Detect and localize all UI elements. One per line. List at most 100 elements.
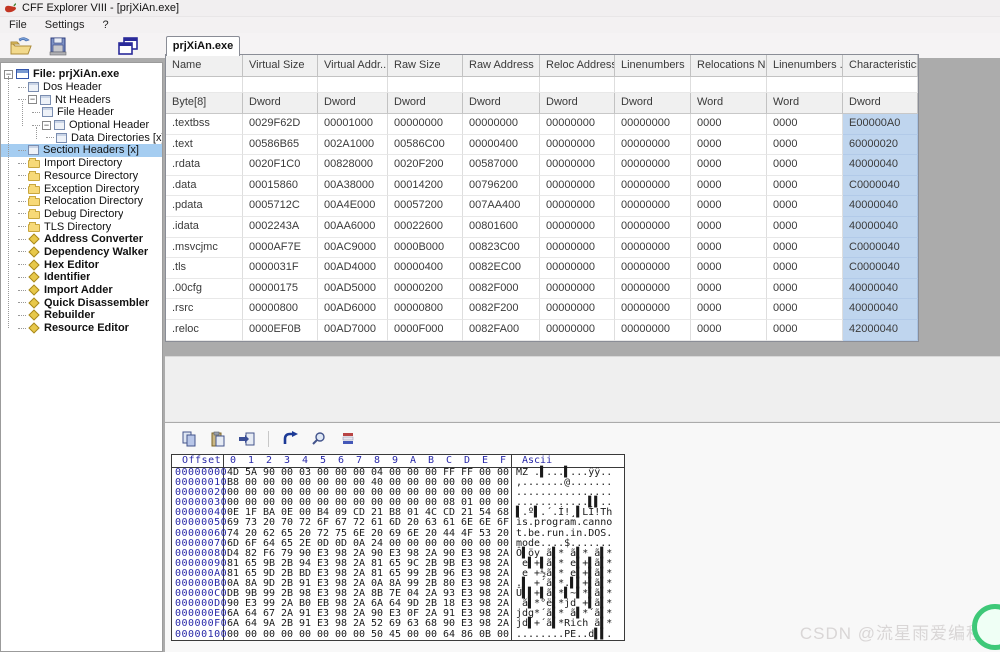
table-cell[interactable]: 00000000 bbox=[615, 176, 691, 197]
table-cell[interactable]: 00014200 bbox=[388, 176, 463, 197]
table-cell[interactable]: 0000 bbox=[691, 258, 767, 279]
hex-byte[interactable]: 91 bbox=[296, 619, 314, 629]
column-header[interactable]: Reloc Address bbox=[540, 55, 615, 77]
hex-byte[interactable]: 45 bbox=[386, 630, 404, 640]
column-header[interactable]: Linenumbers ... bbox=[767, 55, 843, 77]
table-cell[interactable]: 0000 bbox=[767, 320, 843, 341]
table-cell[interactable]: 42000040 bbox=[843, 320, 918, 341]
sidebar-item-tls-directory[interactable]: TLS Directory bbox=[1, 220, 162, 233]
table-cell[interactable]: 0000F000 bbox=[388, 320, 463, 341]
table-cell[interactable]: 00000000 bbox=[615, 299, 691, 320]
table-cell[interactable] bbox=[166, 77, 243, 93]
table-cell[interactable]: 0082F200 bbox=[463, 299, 540, 320]
table-cell[interactable]: 0000 bbox=[691, 238, 767, 259]
table-cell[interactable]: 40000040 bbox=[843, 155, 918, 176]
save-button[interactable] bbox=[45, 34, 71, 58]
table-cell[interactable]: 00000400 bbox=[463, 135, 540, 156]
table-cell[interactable]: 00000000 bbox=[540, 114, 615, 135]
table-cell[interactable] bbox=[767, 77, 843, 93]
table-cell[interactable]: C0000040 bbox=[843, 258, 918, 279]
hex-byte[interactable]: 00 bbox=[296, 630, 314, 640]
collapse-icon[interactable]: − bbox=[28, 95, 37, 104]
table-cell[interactable]: 00AD4000 bbox=[318, 258, 388, 279]
sidebar-item-exception-directory[interactable]: Exception Directory bbox=[1, 182, 162, 195]
table-cell[interactable]: 00A38000 bbox=[318, 176, 388, 197]
type-cell[interactable]: Dword bbox=[463, 93, 540, 114]
hex-byte[interactable]: 98 bbox=[476, 619, 494, 629]
table-cell[interactable]: 00586B65 bbox=[243, 135, 318, 156]
type-cell[interactable]: Word bbox=[691, 93, 767, 114]
table-cell[interactable] bbox=[615, 77, 691, 93]
table-cell[interactable]: 00AC9000 bbox=[318, 238, 388, 259]
collapse-icon[interactable]: − bbox=[42, 121, 51, 130]
menu-settings[interactable]: Settings bbox=[36, 17, 94, 33]
hex-byte[interactable]: 69 bbox=[386, 619, 404, 629]
table-cell[interactable]: 00000000 bbox=[615, 238, 691, 259]
table-cell[interactable]: 00000000 bbox=[615, 155, 691, 176]
table-cell[interactable]: 00000000 bbox=[615, 196, 691, 217]
table-cell[interactable]: 0000 bbox=[767, 238, 843, 259]
table-cell[interactable]: 00000000 bbox=[463, 114, 540, 135]
hex-byte[interactable]: 00 bbox=[278, 630, 296, 640]
hex-byte[interactable]: E3 bbox=[458, 619, 476, 629]
table-cell[interactable]: 0082F000 bbox=[463, 279, 540, 300]
table-cell[interactable]: 00000175 bbox=[243, 279, 318, 300]
type-cell[interactable]: Dword bbox=[243, 93, 318, 114]
type-cell[interactable]: Byte[8] bbox=[166, 93, 243, 114]
hex-byte[interactable]: 00 bbox=[350, 630, 368, 640]
column-header[interactable]: Name bbox=[166, 55, 243, 77]
table-cell[interactable]: 00000000 bbox=[615, 279, 691, 300]
table-cell[interactable]: 00000000 bbox=[540, 258, 615, 279]
sidebar-item-data-directories-x[interactable]: Data Directories [x] bbox=[1, 131, 162, 144]
table-cell[interactable] bbox=[243, 77, 318, 93]
sidebar-item-resource-directory[interactable]: Resource Directory bbox=[1, 170, 162, 183]
hex-byte[interactable]: 00 bbox=[224, 630, 242, 640]
sidebar-item-relocation-directory[interactable]: Relocation Directory bbox=[1, 195, 162, 208]
hex-byte[interactable]: 0B bbox=[476, 630, 494, 640]
hex-byte[interactable]: 98 bbox=[332, 619, 350, 629]
table-cell[interactable]: 00823C00 bbox=[463, 238, 540, 259]
sidebar-item-section-headers-x[interactable]: Section Headers [x] bbox=[1, 144, 162, 157]
column-header[interactable]: Virtual Size bbox=[243, 55, 318, 77]
table-cell[interactable]: 00AD7000 bbox=[318, 320, 388, 341]
table-cell[interactable]: 00587000 bbox=[463, 155, 540, 176]
hex-grid[interactable]: Offset0123456789ABCDEFAscii000000004D5A9… bbox=[171, 454, 625, 641]
hex-byte[interactable]: 63 bbox=[404, 619, 422, 629]
table-cell[interactable]: 00000000 bbox=[615, 217, 691, 238]
table-cell[interactable]: .data bbox=[166, 176, 243, 197]
table-cell[interactable]: 40000040 bbox=[843, 279, 918, 300]
hex-byte[interactable]: 6A bbox=[224, 619, 242, 629]
table-cell[interactable]: 0000 bbox=[691, 176, 767, 197]
hex-byte[interactable]: 00 bbox=[260, 630, 278, 640]
table-cell[interactable]: 00A4E000 bbox=[318, 196, 388, 217]
column-header[interactable]: Characteristics bbox=[843, 55, 918, 77]
hex-byte[interactable]: 50 bbox=[368, 630, 386, 640]
table-cell[interactable]: 00AD5000 bbox=[318, 279, 388, 300]
column-header[interactable]: Linenumbers bbox=[615, 55, 691, 77]
table-cell[interactable]: E00000A0 bbox=[843, 114, 918, 135]
table-cell[interactable]: 00000000 bbox=[540, 217, 615, 238]
table-cell[interactable]: .rdata bbox=[166, 155, 243, 176]
hex-byte[interactable]: 00 bbox=[332, 630, 350, 640]
sidebar-item-dependency-walker[interactable]: Dependency Walker bbox=[1, 246, 162, 259]
table-cell[interactable]: 00AD6000 bbox=[318, 299, 388, 320]
table-cell[interactable]: 0000 bbox=[767, 135, 843, 156]
table-cell[interactable]: 00000000 bbox=[540, 238, 615, 259]
table-cell[interactable] bbox=[540, 77, 615, 93]
table-cell[interactable]: 00000200 bbox=[388, 279, 463, 300]
open-button[interactable] bbox=[8, 34, 34, 58]
table-cell[interactable]: 002A1000 bbox=[318, 135, 388, 156]
sidebar-item-optional-header[interactable]: −Optional Header bbox=[1, 119, 162, 132]
table-cell[interactable]: .rsrc bbox=[166, 299, 243, 320]
table-cell[interactable]: C0000040 bbox=[843, 176, 918, 197]
type-cell[interactable]: Dword bbox=[388, 93, 463, 114]
table-cell[interactable] bbox=[691, 77, 767, 93]
column-header[interactable]: Virtual Addr... bbox=[318, 55, 388, 77]
column-header[interactable]: Relocations N... bbox=[691, 55, 767, 77]
table-cell[interactable]: 0000 bbox=[691, 155, 767, 176]
table-cell[interactable]: 00828000 bbox=[318, 155, 388, 176]
type-cell[interactable]: Word bbox=[767, 93, 843, 114]
hex-byte[interactable]: 00 bbox=[422, 630, 440, 640]
table-cell[interactable]: 0029F62D bbox=[243, 114, 318, 135]
table-cell[interactable]: .idata bbox=[166, 217, 243, 238]
